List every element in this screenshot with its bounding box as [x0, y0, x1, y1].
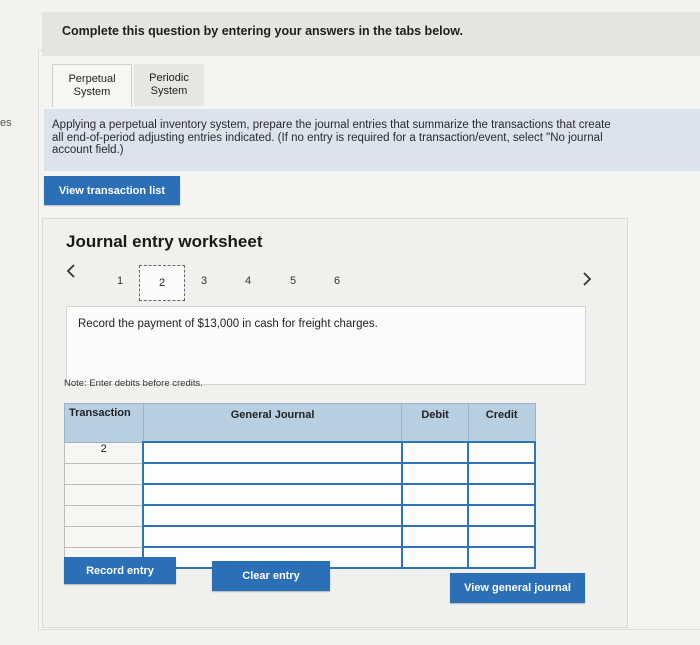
- page-1[interactable]: 1: [117, 275, 123, 287]
- instructions-line-2: all end-of-period adjusting entries indi…: [52, 131, 603, 144]
- instructions-line-1: Applying a perpetual inventory system, p…: [52, 119, 611, 131]
- page-5[interactable]: 5: [290, 275, 296, 287]
- worksheet-title: Journal entry worksheet: [66, 232, 263, 251]
- col-general-journal: General Journal: [142, 403, 403, 443]
- debits-credits-note: Note: Enter debits before credits.: [64, 378, 203, 389]
- account-field[interactable]: [142, 483, 403, 506]
- transaction-cell: [64, 462, 144, 485]
- chevron-right-icon[interactable]: [582, 272, 592, 291]
- credit-field[interactable]: [467, 483, 536, 506]
- transaction-cell: [64, 483, 144, 506]
- table-row: [64, 483, 536, 506]
- col-debit: Debit: [401, 403, 469, 443]
- tab-periodic-system[interactable]: Periodic System: [134, 64, 204, 106]
- credit-field[interactable]: [467, 504, 536, 527]
- col-transaction: Transaction: [64, 403, 144, 443]
- page-4[interactable]: 4: [245, 275, 251, 287]
- credit-field[interactable]: [467, 546, 536, 569]
- page-3[interactable]: 3: [201, 275, 207, 287]
- credit-field[interactable]: [467, 462, 536, 485]
- side-fragment-text: es: [0, 117, 12, 129]
- table-row: 2: [64, 441, 536, 464]
- account-field[interactable]: [142, 504, 403, 527]
- question-header-title: Complete this question by entering your …: [62, 24, 463, 38]
- debit-field[interactable]: [400, 441, 470, 464]
- transaction-cell: [64, 504, 144, 527]
- tab-perpetual-system[interactable]: Perpetual System: [52, 64, 132, 107]
- journal-entry-table: Transaction General Journal Debit Credit…: [64, 403, 536, 569]
- clear-entry-button[interactable]: Clear entry: [212, 561, 330, 591]
- credit-field[interactable]: [467, 525, 536, 548]
- account-field[interactable]: [142, 441, 403, 464]
- debit-field[interactable]: [400, 525, 470, 548]
- view-general-journal-button[interactable]: View general journal: [450, 573, 585, 603]
- transaction-cell: [64, 525, 144, 548]
- page-2-current[interactable]: 2: [139, 265, 185, 301]
- debit-field[interactable]: [400, 504, 470, 527]
- table-row: [64, 525, 536, 548]
- transaction-description: Record the payment of $13,000 in cash fo…: [78, 318, 378, 330]
- chevron-left-icon[interactable]: [66, 264, 76, 283]
- debit-field[interactable]: [400, 483, 470, 506]
- instructions-text: Applying a perpetual inventory system, p…: [52, 119, 700, 157]
- debit-field[interactable]: [400, 462, 470, 485]
- debit-field[interactable]: [400, 546, 470, 569]
- transaction-cell: 2: [64, 441, 144, 464]
- record-entry-button[interactable]: Record entry: [64, 557, 176, 584]
- account-field[interactable]: [142, 462, 403, 485]
- col-credit: Credit: [467, 403, 536, 443]
- table-row: [64, 504, 536, 527]
- page-6[interactable]: 6: [334, 275, 340, 287]
- view-transaction-list-button[interactable]: View transaction list: [44, 176, 180, 205]
- table-row: [64, 462, 536, 485]
- instructions-line-3: account field.): [52, 144, 124, 156]
- credit-field[interactable]: [467, 441, 536, 464]
- account-field[interactable]: [142, 525, 403, 548]
